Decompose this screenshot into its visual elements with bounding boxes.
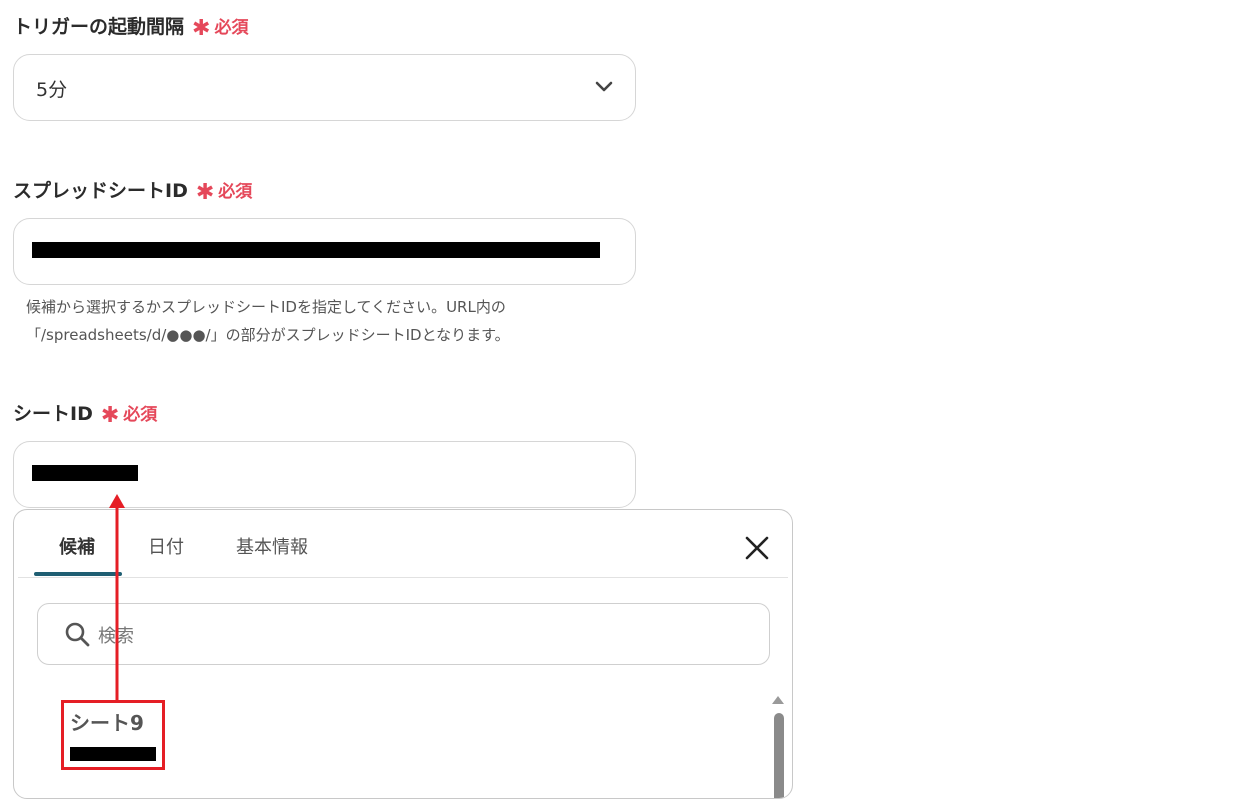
trigger-interval-label-text: トリガーの起動間隔	[13, 16, 185, 38]
required-asterisk: ✱	[100, 402, 120, 428]
help-line-1: 候補から選択するかスプレッドシートIDを指定してください。URL内の	[26, 298, 506, 316]
annotation-highlight-box	[61, 700, 165, 770]
close-icon[interactable]	[745, 536, 769, 560]
required-text: 必須	[214, 18, 249, 38]
trigger-interval-value: 5分	[36, 79, 68, 101]
search-placeholder: 検索	[98, 626, 134, 647]
sheet-id-label: シートID ✱ 必須	[13, 399, 157, 426]
spreadsheet-id-help: 候補から選択するかスプレッドシートIDを指定してください。URL内の 「/spr…	[26, 293, 510, 349]
required-asterisk: ✱	[192, 15, 211, 41]
tab-candidates[interactable]: 候補	[59, 533, 95, 559]
spreadsheet-id-label: スプレッドシートID ✱ 必須	[13, 176, 252, 203]
required-indicator: ✱ 必須	[100, 400, 158, 428]
required-asterisk: ✱	[195, 179, 215, 205]
help-line-2: 「/spreadsheets/d/●●●/」の部分がスプレッドシートIDとなりま…	[26, 326, 510, 344]
trigger-interval-label: トリガーの起動間隔 ✱ 必須	[13, 12, 248, 39]
sheet-id-input[interactable]	[13, 441, 636, 508]
required-text: 必須	[123, 405, 158, 425]
search-input[interactable]: 検索	[37, 603, 770, 665]
required-indicator: ✱ 必須	[195, 177, 253, 205]
tab-date[interactable]: 日付	[148, 533, 184, 559]
spreadsheet-id-input[interactable]	[13, 218, 636, 285]
active-tab-indicator	[34, 572, 122, 576]
redacted-value	[32, 242, 600, 258]
tab-divider	[18, 577, 788, 578]
scroll-up-arrow[interactable]	[772, 696, 784, 704]
trigger-interval-select[interactable]: 5分	[13, 54, 636, 121]
search-icon	[65, 622, 90, 647]
tab-basic-info[interactable]: 基本情報	[236, 533, 308, 559]
spreadsheet-id-label-text: スプレッドシートID	[13, 180, 188, 202]
scrollbar-thumb[interactable]	[774, 713, 784, 798]
required-text: 必須	[218, 182, 253, 202]
sheet-id-label-text: シートID	[13, 403, 93, 425]
chevron-down-icon[interactable]	[595, 80, 613, 94]
redacted-value	[32, 465, 138, 481]
required-indicator: ✱ 必須	[192, 13, 249, 41]
